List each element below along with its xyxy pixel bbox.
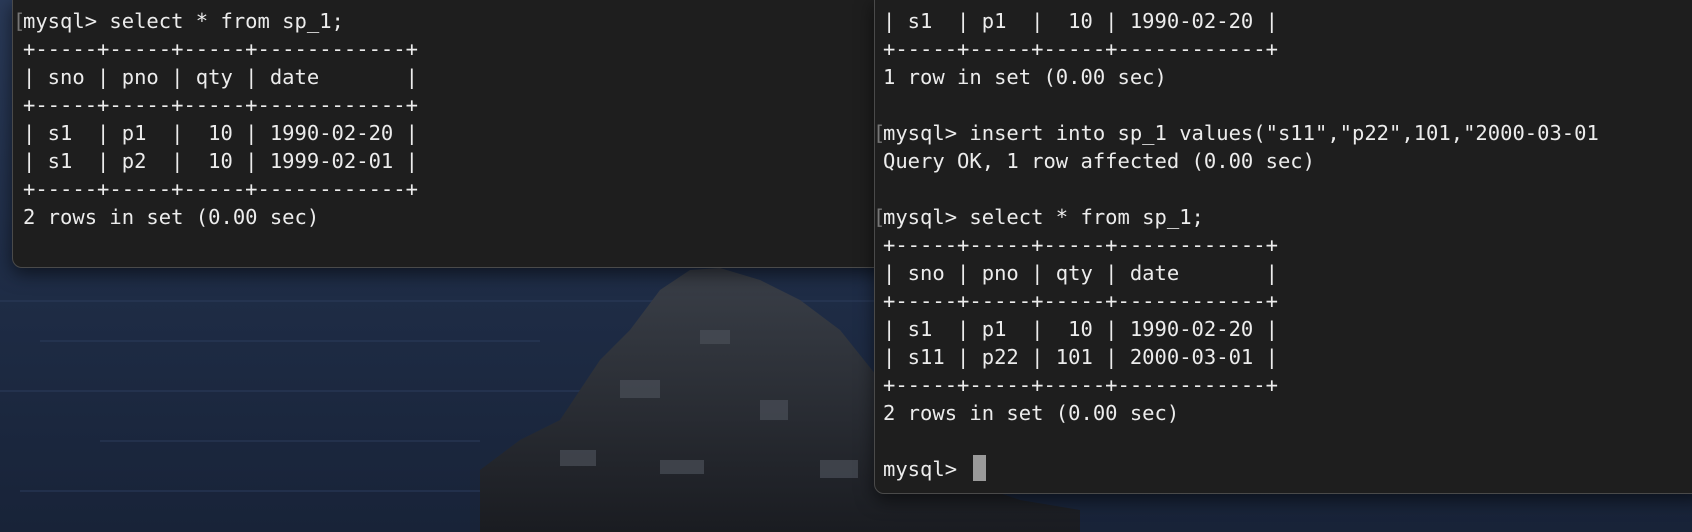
terminal-window-right[interactable]: | s1 | p1 | 10 | 1990-02-20 | +-----+---…	[874, 0, 1692, 494]
terminal-line: | s1 | p2 | 10 | 1999-02-01 |	[23, 149, 418, 173]
terminal-line: [mysql> select * from sp_1;	[13, 9, 344, 33]
terminal-prompt: mysql>	[883, 457, 970, 481]
terminal-line: | s1 | p1 | 10 | 1990-02-20 |	[883, 317, 1278, 341]
terminal-line: [mysql> insert into sp_1 values("s11","p…	[874, 121, 1599, 145]
line-bracket-mark: [	[874, 121, 886, 145]
terminal-line: +-----+-----+-----+------------+	[883, 373, 1278, 397]
terminal-line: | s1 | p1 | 10 | 1990-02-20 |	[23, 121, 418, 145]
terminal-line: | sno | pno | qty | date |	[883, 261, 1278, 285]
terminal-line: 2 rows in set (0.00 sec)	[883, 401, 1180, 425]
text-cursor	[973, 455, 987, 481]
terminal-line: | sno | pno | qty | date |	[23, 65, 418, 89]
terminal-line: +-----+-----+-----+------------+	[883, 37, 1278, 61]
terminal-line: [mysql> select * from sp_1;	[874, 205, 1204, 229]
terminal-line: Query OK, 1 row affected (0.00 sec)	[883, 149, 1315, 173]
terminal-line: +-----+-----+-----+------------+	[23, 177, 418, 201]
terminal-line: +-----+-----+-----+------------+	[23, 37, 418, 61]
terminal-line: +-----+-----+-----+------------+	[23, 93, 418, 117]
terminal-line: 1 row in set (0.00 sec)	[883, 65, 1167, 89]
terminal-line: | s1 | p1 | 10 | 1990-02-20 |	[883, 9, 1278, 33]
terminal-line: +-----+-----+-----+------------+	[883, 289, 1278, 313]
line-bracket-mark: [	[13, 9, 26, 33]
terminal-line: | s11 | p22 | 101 | 2000-03-01 |	[883, 345, 1278, 369]
terminal-line: +-----+-----+-----+------------+	[883, 233, 1278, 257]
line-bracket-mark: [	[874, 205, 886, 229]
terminal-line: 2 rows in set (0.00 sec)	[23, 205, 320, 229]
terminal-window-left[interactable]: [mysql> select * from sp_1; +-----+-----…	[12, 0, 902, 268]
terminal-prompt-line[interactable]: mysql>	[883, 455, 1692, 483]
